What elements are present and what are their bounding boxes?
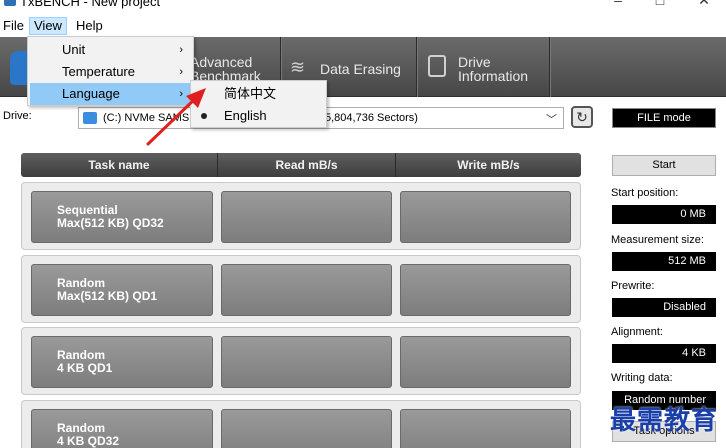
language-option-english[interactable]: English — [193, 105, 324, 127]
start-position-value[interactable]: 0 MB — [612, 205, 716, 224]
prewrite-label: Prewrite: — [611, 280, 655, 292]
measurement-size-value[interactable]: 512 MB — [612, 252, 716, 271]
task-line2: 4 KB QD32 — [57, 434, 120, 448]
task-button-random-4kb-qd1[interactable]: Random 4 KB QD1 — [31, 336, 213, 388]
close-icon[interactable]: ✕ — [694, 0, 714, 8]
menu-help[interactable]: Help — [72, 17, 107, 35]
column-write: Write mB/s — [395, 153, 581, 177]
drive-information-tab[interactable]: Drive Information — [426, 41, 546, 93]
chevron-down-icon: ﹀ — [546, 114, 557, 126]
table-row: Random Max(512 KB) QD1 — [21, 255, 581, 323]
read-result-cell — [221, 336, 392, 388]
refresh-button[interactable]: ↻ — [571, 106, 593, 128]
task-button-random-qd1[interactable]: Random Max(512 KB) QD1 — [31, 264, 213, 316]
read-result-cell — [221, 191, 392, 243]
drive-information-label-line2: Information — [458, 68, 529, 84]
toolbar-separator — [416, 37, 417, 97]
drive-info-icon — [428, 55, 446, 77]
menu-view[interactable]: View — [29, 17, 67, 35]
task-button-random-4kb-qd32[interactable]: Random 4 KB QD32 — [31, 409, 213, 448]
chevron-right-icon: › — [179, 44, 183, 56]
start-button[interactable]: Start — [612, 155, 716, 176]
column-read: Read mB/s — [217, 153, 395, 177]
alignment-label: Alignment: — [611, 326, 663, 338]
toolbar-separator — [549, 37, 550, 97]
drive-information-label-line1: Drive — [458, 54, 491, 70]
writing-data-label: Writing data: — [611, 372, 673, 384]
chevron-right-icon: › — [179, 66, 183, 78]
app-icon — [4, 0, 16, 6]
menu-file[interactable]: File — [0, 17, 28, 35]
drive-label: Drive: — [3, 110, 32, 122]
table-header: Task name Read mB/s Write mB/s — [21, 153, 581, 177]
watermark-logo: 最需教育 — [610, 406, 719, 436]
advanced-benchmark-label-line1: Advanced — [190, 54, 253, 70]
write-result-cell — [400, 409, 571, 448]
write-result-cell — [400, 191, 571, 243]
menu-item-label: Unit — [62, 42, 86, 57]
write-result-cell — [400, 264, 571, 316]
file-mode-button[interactable]: FILE mode — [612, 108, 716, 128]
drive-select-value-tail: 5,804,736 Sectors) — [325, 112, 418, 124]
language-option-chinese[interactable]: 简体中文 — [193, 83, 324, 105]
minimize-icon[interactable]: – — [608, 0, 628, 8]
menu-item-label: English — [224, 108, 267, 123]
measurement-size-label: Measurement size: — [611, 234, 704, 246]
alignment-value[interactable]: 4 KB — [612, 344, 716, 363]
read-result-cell — [221, 409, 392, 448]
refresh-icon: ↻ — [576, 109, 588, 125]
write-result-cell — [400, 336, 571, 388]
title-bar: TxBENCH - New project – □ ✕ — [0, 0, 726, 16]
menu-bar: File View Help — [0, 16, 726, 36]
task-line2: Max(512 KB) QD32 — [57, 216, 164, 230]
task-line2: Max(512 KB) QD1 — [57, 289, 158, 303]
menu-item-label: Language — [62, 86, 120, 101]
column-task-name: Task name — [88, 158, 150, 172]
table-row: Random 4 KB QD1 — [21, 327, 581, 395]
data-erasing-label: Data Erasing — [320, 61, 401, 77]
read-result-cell — [221, 264, 392, 316]
menu-item-label: 简体中文 — [224, 86, 277, 101]
eraser-icon: ≋ — [290, 57, 306, 77]
drive-icon — [83, 112, 97, 124]
table-row: Random 4 KB QD32 — [21, 400, 581, 448]
window-title: TxBENCH - New project — [20, 0, 161, 9]
maximize-icon[interactable]: □ — [650, 0, 670, 8]
start-position-label: Start position: — [611, 187, 679, 199]
drive-information-label: Drive Information — [458, 55, 528, 83]
view-menu-temperature[interactable]: Temperature › — [30, 61, 191, 83]
table-row: Sequential Max(512 KB) QD32 — [21, 182, 581, 250]
prewrite-value[interactable]: Disabled — [612, 298, 716, 317]
language-submenu: 简体中文 English — [190, 80, 327, 128]
task-line2: 4 KB QD1 — [57, 361, 113, 375]
annotation-arrow-icon — [146, 88, 206, 146]
view-menu-unit[interactable]: Unit › — [30, 39, 191, 61]
task-button-sequential-qd32[interactable]: Sequential Max(512 KB) QD32 — [31, 191, 213, 243]
menu-item-label: Temperature — [62, 64, 135, 79]
